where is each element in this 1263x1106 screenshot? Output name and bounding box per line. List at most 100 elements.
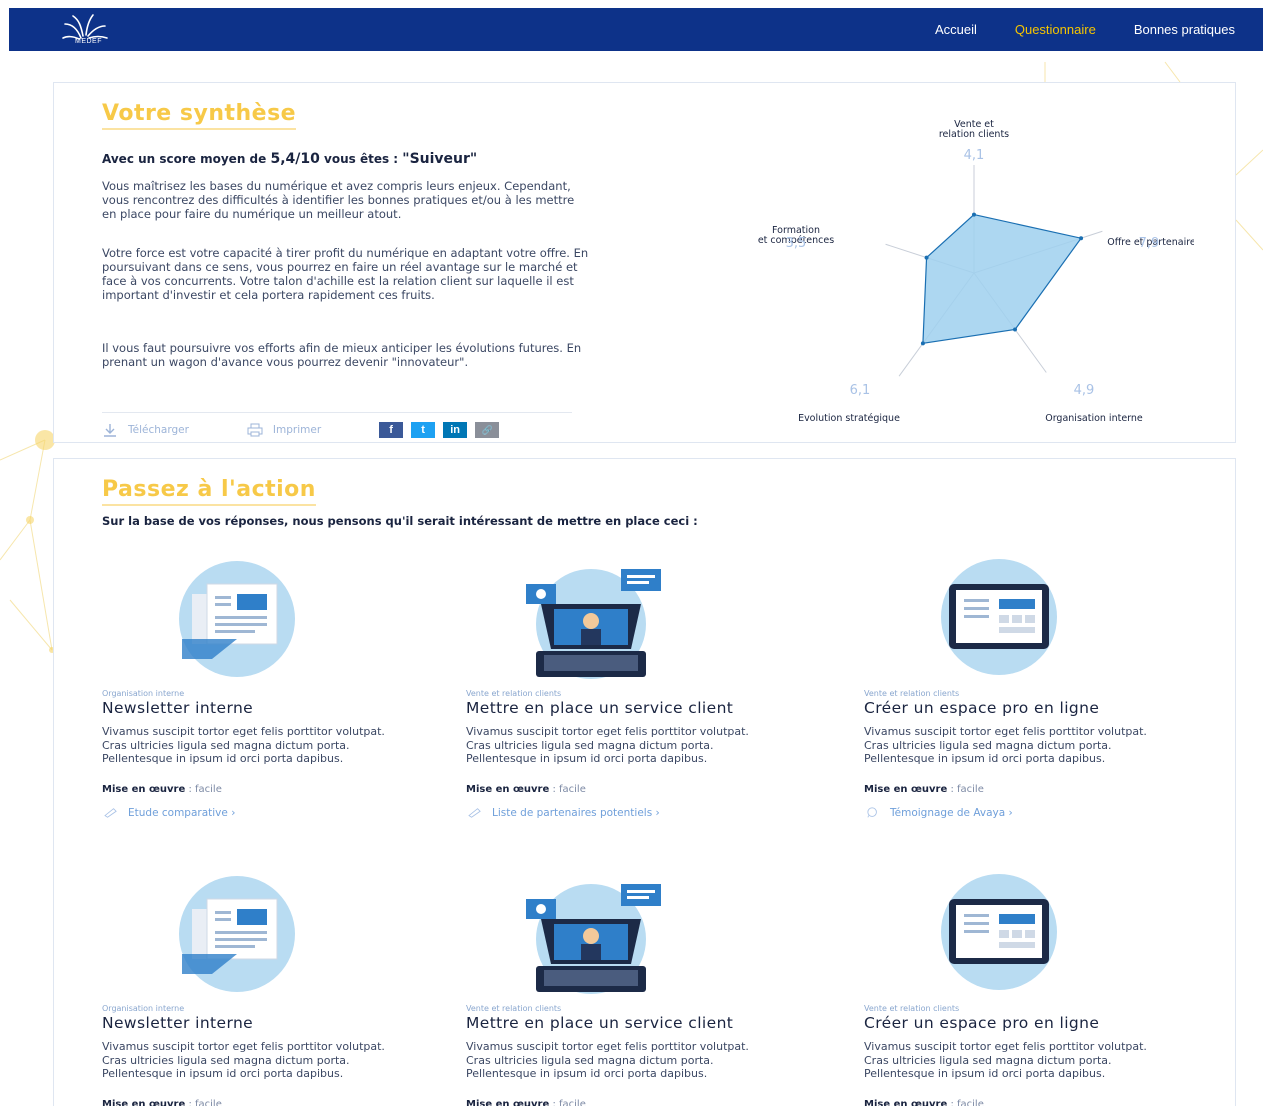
radar-value-label: 4,1 [964,148,985,163]
newsletter-illustration [179,876,295,992]
action-tile[interactable]: Organisation interne Newsletter interne Vi… [102,874,442,1106]
divider [102,412,572,413]
score-middle: vous êtes : [319,152,403,166]
tile-category: Organisation interne [102,689,185,698]
action-tile[interactable]: Vente et relation clients Créer un espace… [864,559,1204,829]
tile-title[interactable]: Newsletter interne [102,1014,253,1032]
mise-value: : facile [947,1099,984,1106]
logo-text: MEDEF [75,38,102,45]
radar-value-label: 3,5 [786,236,807,251]
main-nav: Accueil Questionnaire Bonnes pratiques [935,8,1263,51]
action-tile[interactable]: Vente et relation clients Créer un espace… [864,874,1204,1106]
mise-value: : facile [947,784,984,795]
radar-value-label: 4,9 [1074,383,1095,398]
radar-point [972,212,976,217]
mise-label: Mise en œuvre [102,1099,186,1106]
synthese-paragraph: Votre force est votre capacité à tirer p… [102,246,589,302]
service-illustration [526,884,661,994]
tile-mise-en-oeuvre: Mise en œuvre : facile [102,784,222,795]
tile-category: Vente et relation clients [466,689,562,698]
tile-resource-link[interactable]: Témoignage de Avaya › [864,807,1013,819]
mise-label: Mise en œuvre [864,1099,948,1106]
service-illustration [526,569,661,679]
nav-item-questionnaire[interactable]: Questionnaire [1015,22,1096,37]
action-tile[interactable]: Organisation interne Newsletter interne Vi… [102,559,442,829]
tile-category: Organisation interne [102,1004,185,1013]
print-button[interactable]: Imprimer [247,423,321,437]
tile-mise-en-oeuvre: Mise en œuvre : facile [466,784,586,795]
score-value: 5,4/10 [270,151,320,167]
comment-icon [867,807,877,818]
action-title: Passez à l'action [102,477,316,506]
tile-mise-en-oeuvre: Mise en œuvre : facile [864,1099,984,1106]
mise-label: Mise en œuvre [102,784,186,795]
nav-item-bonnes-pratiques[interactable]: Bonnes pratiques [1134,22,1235,37]
chevron-right-icon: › [227,807,236,819]
synthese-card: Votre synthèse Avec un score moyen de 5,… [53,82,1236,443]
download-icon [104,424,116,437]
mise-label: Mise en œuvre [864,784,948,795]
action-tile[interactable]: Vente et relation clients Mettre en place… [466,874,806,1106]
tile-description: Vivamus suscipit tortor eget felis portt… [102,725,385,765]
mise-value: : facile [185,1099,222,1106]
synthese-paragraph: Vous maîtrisez les bases du numérique et… [102,179,575,221]
chevron-right-icon: › [1005,807,1013,819]
radar-value-label: 7,9 [1139,236,1160,251]
radar-chart: Vente etrelation clients4,1Offre et part… [758,119,1194,424]
tile-description: Vivamus suscipit tortor eget felis portt… [466,1040,749,1080]
radar-value-label: 6,1 [850,383,871,398]
action-intro: Sur la base de vos réponses, nous penson… [102,514,698,528]
link-icon[interactable]: 🔗 [475,422,500,438]
action-tile[interactable]: Vente et relation clients Mettre en place… [466,559,806,829]
tile-category: Vente et relation clients [864,689,960,698]
pencil-icon [104,808,117,818]
nav-item-accueil[interactable]: Accueil [935,22,977,37]
tile-description: Vivamus suscipit tortor eget felis portt… [864,725,1147,765]
synthese-paragraph: Il vous faut poursuivre vos efforts afin… [102,341,582,369]
mise-value: : facile [549,1099,586,1106]
tile-title[interactable]: Mettre en place un service client [466,699,733,717]
tile-mise-en-oeuvre: Mise en œuvre : facile [102,1099,222,1106]
facebook-icon[interactable]: f [379,422,404,438]
linkedin-icon[interactable]: in [443,422,468,438]
tile-description: Vivamus suscipit tortor eget felis portt… [864,1040,1147,1080]
synthese-title: Votre synthèse [102,101,297,130]
radar-point [1013,327,1018,332]
twitter-icon[interactable]: t [411,422,436,438]
tile-title[interactable]: Newsletter interne [102,699,253,717]
radar-point [1079,236,1084,241]
synthese-actions: Télécharger Imprimer f t in 🔗 [102,422,507,438]
pencil-icon [468,808,481,818]
mise-value: : facile [185,784,222,795]
espace-illustration [941,559,1057,675]
mise-label: Mise en œuvre [466,1099,550,1106]
radar-axis-label: Evolution stratégique [798,413,900,424]
tile-title[interactable]: Créer un espace pro en ligne [864,699,1099,717]
profile-label: "Suiveur" [402,151,478,167]
print-icon [247,423,263,437]
mise-value: : facile [549,784,586,795]
tile-mise-en-oeuvre: Mise en œuvre : facile [466,1099,586,1106]
radar-point [924,255,929,260]
tile-resource-link[interactable]: Liste de partenaires potentiels › [466,807,660,819]
score-line: Avec un score moyen de 5,4/10 vous êtes … [102,151,477,167]
tile-link-label: Témoignage de Avaya [890,807,1006,819]
share-buttons: f t in 🔗 [379,422,507,438]
tile-category: Vente et relation clients [466,1004,562,1013]
tile-mise-en-oeuvre: Mise en œuvre : facile [864,784,984,795]
tile-description: Vivamus suscipit tortor eget felis portt… [466,725,749,765]
tile-category: Vente et relation clients [864,1004,960,1013]
tile-description: Vivamus suscipit tortor eget felis portt… [102,1040,385,1080]
tile-link-label: Liste de partenaires potentiels [492,807,653,819]
radar-axis-label: relation clients [939,129,1009,140]
tile-title[interactable]: Créer un espace pro en ligne [864,1014,1099,1032]
chevron-right-icon: › [652,807,660,819]
tile-title[interactable]: Mettre en place un service client [466,1014,733,1032]
action-card: Passez à l'action Sur la base de vos rép… [53,458,1236,1106]
download-button[interactable]: Télécharger [102,423,189,437]
tile-link-label: Etude comparative [128,807,228,819]
top-navigation-bar: MEDEF Accueil Questionnaire Bonnes prati… [9,8,1263,51]
radar-axis-label: Organisation interne [1045,413,1143,424]
print-label: Imprimer [272,424,322,436]
tile-resource-link[interactable]: Etude comparative › [102,807,235,819]
